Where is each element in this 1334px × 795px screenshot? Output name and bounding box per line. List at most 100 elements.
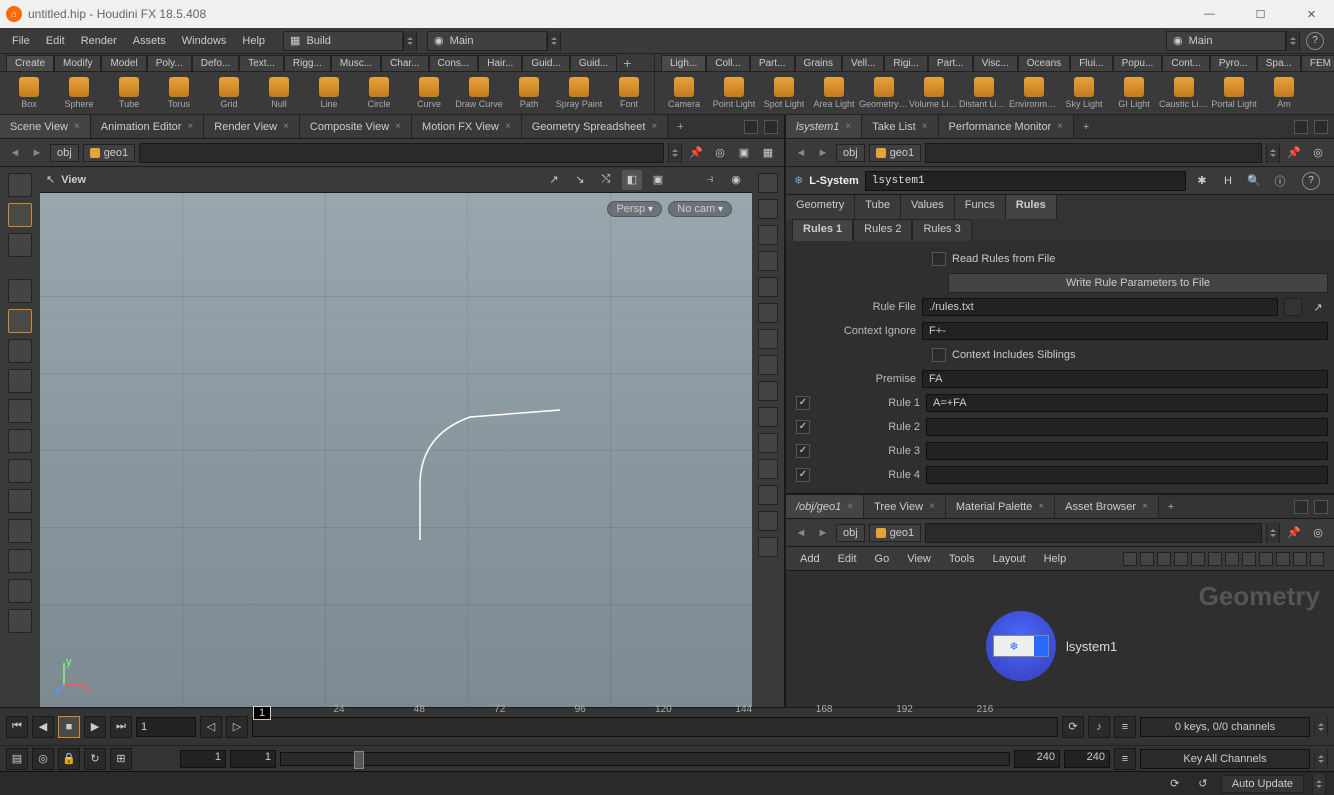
play-button[interactable]: ▶ — [84, 716, 106, 738]
realtime-toggle[interactable]: ⟳ — [1062, 716, 1084, 738]
path-dropdown[interactable] — [1266, 523, 1280, 543]
path-segment-obj[interactable]: obj — [50, 144, 79, 162]
range-slider-thumb[interactable] — [354, 751, 364, 769]
shelf-tab-ligh[interactable]: Ligh... — [661, 55, 706, 71]
net-menu-view[interactable]: View — [903, 551, 935, 567]
tool-magnet4-icon[interactable] — [8, 579, 32, 603]
view-display-icon[interactable]: ◉ — [726, 170, 746, 190]
rule4-field[interactable] — [926, 466, 1328, 484]
tab-motion-fx-view[interactable]: Motion FX View× — [412, 115, 522, 138]
parm-tab-tube[interactable]: Tube — [855, 195, 901, 219]
tab-treeview[interactable]: Tree View× — [864, 495, 946, 518]
disp-13-icon[interactable] — [758, 485, 778, 505]
parm-tab-geometry[interactable]: Geometry — [786, 195, 855, 219]
rule1-field[interactable]: A=+FA — [926, 394, 1328, 412]
info-icon[interactable]: ⓘ — [1270, 171, 1290, 191]
menu-edit[interactable]: Edit — [38, 31, 73, 51]
premise-field[interactable]: FA — [922, 370, 1328, 388]
viewport-3d[interactable]: ↖ View ↗ ↘ ⤭ ◧ ▣ ⥽ ◉ Persp ▾ No cam ▾ — [40, 167, 752, 707]
shelf-tool-spot-light[interactable]: Spot Light — [759, 77, 809, 109]
shelf-tab-defo[interactable]: Defo... — [192, 55, 239, 71]
shelf-tool-spray-paint[interactable]: Spray Paint — [554, 77, 604, 109]
tool-select-icon[interactable] — [8, 173, 32, 197]
menu-render[interactable]: Render — [73, 31, 125, 51]
shelf-tab-part[interactable]: Part... — [928, 55, 973, 71]
path-segment-geo1[interactable]: geo1 — [869, 524, 921, 542]
interrupt-icon[interactable]: ↺ — [1193, 774, 1213, 794]
net-menu-help[interactable]: Help — [1040, 551, 1071, 567]
disp-4-icon[interactable] — [758, 251, 778, 271]
tab-geometry-spreadsheet[interactable]: Geometry Spreadsheet× — [522, 115, 669, 138]
disp-11-icon[interactable] — [758, 433, 778, 453]
pane-menu-icon[interactable] — [744, 120, 758, 134]
node-display-flag[interactable] — [1034, 636, 1048, 656]
shelf-tab-create[interactable]: Create — [6, 55, 54, 71]
desktop-chooser[interactable]: ▦ Build — [283, 31, 403, 51]
netopt-1-icon[interactable] — [1123, 552, 1137, 566]
shelf-tool-point-light[interactable]: Point Light — [709, 77, 759, 109]
keys-info[interactable]: 0 keys, 0/0 channels — [1140, 717, 1310, 737]
tool-move-icon[interactable] — [8, 233, 32, 257]
add-tab-icon[interactable]: + — [1074, 115, 1098, 138]
shelf-tab-popu[interactable]: Popu... — [1113, 55, 1163, 71]
play-reverse-button[interactable]: ◀ — [32, 716, 54, 738]
shelf-tool-null[interactable]: Null — [254, 77, 304, 109]
menu-file[interactable]: File — [4, 31, 38, 51]
pane-max-icon[interactable] — [1314, 500, 1328, 514]
range-opt1-icon[interactable]: ▤ — [6, 748, 28, 770]
write-rules-button[interactable]: Write Rule Parameters to File — [948, 273, 1328, 293]
close-icon[interactable]: × — [1038, 501, 1044, 512]
shelf-tab-spa[interactable]: Spa... — [1257, 55, 1301, 71]
stop-button[interactable]: ■ — [58, 716, 80, 738]
disp-14-icon[interactable] — [758, 511, 778, 531]
shelf-tool-camera[interactable]: Camera — [659, 77, 709, 109]
disp-9-icon[interactable] — [758, 381, 778, 401]
menu-help[interactable]: Help — [234, 31, 273, 51]
shelf-tab-cont[interactable]: Cont... — [1162, 55, 1209, 71]
path-input[interactable] — [139, 143, 664, 163]
tool-arrow-icon[interactable] — [8, 279, 32, 303]
window-maximize-button[interactable]: ☐ — [1238, 0, 1283, 28]
target-icon[interactable]: ◎ — [1308, 143, 1328, 163]
close-icon[interactable]: × — [505, 121, 511, 132]
box-icon[interactable]: ▣ — [734, 143, 754, 163]
rule1-enable-checkbox[interactable] — [796, 396, 810, 410]
view-link-icon[interactable]: ⥽ — [700, 170, 720, 190]
shelf-tool-torus[interactable]: Torus — [154, 77, 204, 109]
ctx-siblings-checkbox[interactable] — [932, 348, 946, 362]
radial-menu-chooser-2[interactable]: ◉ Main — [1166, 31, 1286, 51]
close-icon[interactable]: × — [74, 121, 80, 132]
shelf-tab-modify[interactable]: Modify — [54, 55, 101, 71]
shelf-tool-portal-light[interactable]: Portal Light — [1209, 77, 1259, 109]
pane-menu-icon[interactable] — [1294, 500, 1308, 514]
key-all-dropdown[interactable] — [1314, 749, 1328, 769]
shelf-tab-rigi[interactable]: Rigi... — [884, 55, 928, 71]
shelf-tool-grid[interactable]: Grid — [204, 77, 254, 109]
link-icon[interactable]: ◎ — [710, 143, 730, 163]
netopt-11-icon[interactable] — [1293, 552, 1307, 566]
pane-menu-icon[interactable] — [1294, 120, 1308, 134]
disp-3-icon[interactable] — [758, 225, 778, 245]
first-frame-button[interactable]: ⏮ — [6, 716, 28, 738]
tool-brush-icon[interactable] — [8, 459, 32, 483]
cook-icon[interactable]: ⟳ — [1165, 774, 1185, 794]
net-menu-tools[interactable]: Tools — [945, 551, 979, 567]
pane-max-icon[interactable] — [1314, 120, 1328, 134]
menu-assets[interactable]: Assets — [125, 31, 174, 51]
shelf-tab-cons[interactable]: Cons... — [429, 55, 479, 71]
window-close-button[interactable]: ✕ — [1289, 0, 1334, 28]
path-segment-obj[interactable]: obj — [836, 144, 865, 162]
rule-file-field[interactable]: ./rules.txt — [922, 298, 1278, 316]
tab-perf-monitor[interactable]: Performance Monitor× — [939, 115, 1075, 138]
range-menu-icon[interactable]: ≡ — [1114, 748, 1136, 770]
shelf-tool-distant-light[interactable]: Distant Light — [959, 77, 1009, 109]
radial-menu-chooser[interactable]: ◉ Main — [427, 31, 547, 51]
nav-fwd-icon[interactable]: ► — [28, 144, 46, 162]
disp-2-icon[interactable] — [758, 199, 778, 219]
sub-tab-rules2[interactable]: Rules 2 — [853, 219, 912, 241]
close-icon[interactable]: × — [929, 501, 935, 512]
shelf-tool-gi-light[interactable]: GI Light — [1109, 77, 1159, 109]
net-menu-layout[interactable]: Layout — [989, 551, 1030, 567]
close-icon[interactable]: × — [922, 121, 928, 132]
tool-light-icon[interactable] — [8, 339, 32, 363]
